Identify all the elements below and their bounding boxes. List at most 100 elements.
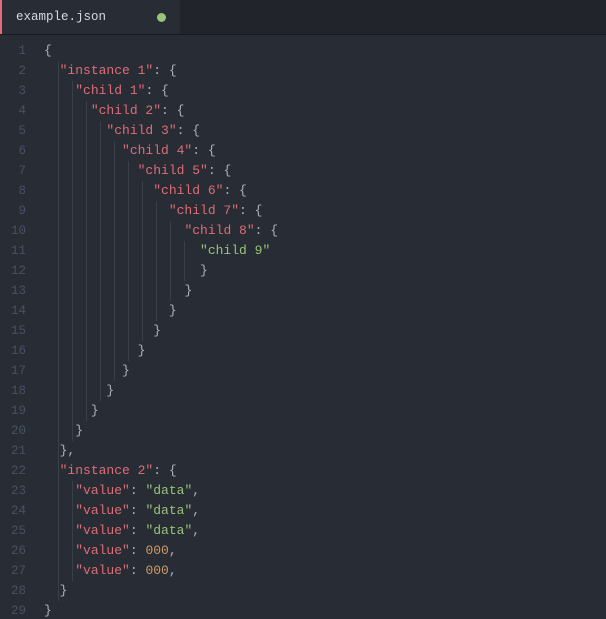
token-key: "value" xyxy=(75,523,130,538)
code-line[interactable]: "value": "data", xyxy=(36,481,606,501)
token-string: "child 9" xyxy=(200,243,270,258)
code-line-content: "child 9" xyxy=(44,243,270,258)
code-line-content: "instance 2": { xyxy=(44,463,177,478)
gutter: 1234567891011121314151617181920212223242… xyxy=(0,35,36,619)
code-line[interactable]: } xyxy=(36,321,606,341)
token-colon: : xyxy=(145,83,161,98)
token-brace: } xyxy=(153,323,161,338)
code-line-content: "child 7": { xyxy=(44,203,262,218)
editor[interactable]: 1234567891011121314151617181920212223242… xyxy=(0,35,606,619)
code-line-content: }, xyxy=(44,443,75,458)
token-brace: { xyxy=(239,183,247,198)
tab-example-json[interactable]: example.json xyxy=(0,0,180,34)
token-string: "data" xyxy=(145,523,192,538)
token-number: 000 xyxy=(145,563,168,578)
token-brace: } xyxy=(44,603,52,618)
tab-filename: example.json xyxy=(16,10,106,24)
line-number: 6 xyxy=(0,141,36,161)
code-line-content: { xyxy=(44,43,52,58)
code-line-content: "value": "data", xyxy=(44,483,200,498)
code-line-content: "child 3": { xyxy=(44,123,200,138)
token-colon: : xyxy=(153,63,169,78)
line-number: 12 xyxy=(0,261,36,281)
token-brace: { xyxy=(161,83,169,98)
code-line[interactable]: "value": "data", xyxy=(36,521,606,541)
code-line[interactable]: "child 7": { xyxy=(36,201,606,221)
token-brace: { xyxy=(169,463,177,478)
code-line[interactable]: "value": 000, xyxy=(36,561,606,581)
token-string: "data" xyxy=(145,483,192,498)
code-line-content: "value": "data", xyxy=(44,503,200,518)
token-colon: : xyxy=(255,223,271,238)
code-line[interactable]: "child 8": { xyxy=(36,221,606,241)
code-line[interactable]: } xyxy=(36,581,606,601)
token-key: "child 6" xyxy=(153,183,223,198)
code-line[interactable]: } xyxy=(36,261,606,281)
token-brace: { xyxy=(44,43,52,58)
code-line[interactable]: } xyxy=(36,421,606,441)
line-number: 16 xyxy=(0,341,36,361)
code-line-content: "child 4": { xyxy=(44,143,216,158)
token-brace: { xyxy=(270,223,278,238)
line-number: 5 xyxy=(0,121,36,141)
code-line[interactable]: } xyxy=(36,601,606,619)
code-line-content: "instance 1": { xyxy=(44,63,177,78)
code-line[interactable]: "child 9" xyxy=(36,241,606,261)
token-key: "child 4" xyxy=(122,143,192,158)
token-key: "instance 1" xyxy=(60,63,154,78)
token-comma: , xyxy=(192,503,200,518)
line-number: 8 xyxy=(0,181,36,201)
line-number: 11 xyxy=(0,241,36,261)
code-line[interactable]: } xyxy=(36,301,606,321)
code-line[interactable]: } xyxy=(36,401,606,421)
code-line-content: } xyxy=(44,403,99,418)
token-colon: : xyxy=(223,183,239,198)
line-number: 15 xyxy=(0,321,36,341)
code-line[interactable]: }, xyxy=(36,441,606,461)
token-colon: : xyxy=(208,163,224,178)
code-line[interactable]: "child 2": { xyxy=(36,101,606,121)
line-number: 13 xyxy=(0,281,36,301)
code-line[interactable]: "instance 2": { xyxy=(36,461,606,481)
code-line[interactable]: } xyxy=(36,281,606,301)
code-line[interactable]: } xyxy=(36,381,606,401)
code-line[interactable]: { xyxy=(36,41,606,61)
token-key: "child 2" xyxy=(91,103,161,118)
line-number: 10 xyxy=(0,221,36,241)
token-brace: { xyxy=(192,123,200,138)
line-number: 27 xyxy=(0,561,36,581)
line-number: 26 xyxy=(0,541,36,561)
code-line[interactable]: "child 1": { xyxy=(36,81,606,101)
token-brace: { xyxy=(255,203,263,218)
code-line-content: } xyxy=(44,383,114,398)
token-brace: } xyxy=(106,383,114,398)
code-line-content: } xyxy=(44,343,145,358)
token-brace: { xyxy=(169,63,177,78)
code-line[interactable]: "instance 1": { xyxy=(36,61,606,81)
code-line[interactable]: } xyxy=(36,341,606,361)
code-line[interactable]: "value": "data", xyxy=(36,501,606,521)
token-colon: : xyxy=(130,543,146,558)
code-area[interactable]: { "instance 1": { "child 1": { "child 2"… xyxy=(36,35,606,619)
line-number: 21 xyxy=(0,441,36,461)
code-line[interactable]: "child 6": { xyxy=(36,181,606,201)
line-number: 20 xyxy=(0,421,36,441)
code-line[interactable]: } xyxy=(36,361,606,381)
token-brace: } xyxy=(138,343,146,358)
modified-dot-icon xyxy=(157,13,166,22)
token-key: "value" xyxy=(75,503,130,518)
code-line[interactable]: "value": 000, xyxy=(36,541,606,561)
line-number: 14 xyxy=(0,301,36,321)
token-colon: : xyxy=(130,483,146,498)
token-key: "child 3" xyxy=(106,123,176,138)
token-colon: : xyxy=(153,463,169,478)
line-number: 17 xyxy=(0,361,36,381)
code-line-content: } xyxy=(44,363,130,378)
code-line[interactable]: "child 3": { xyxy=(36,121,606,141)
token-key: "child 8" xyxy=(184,223,254,238)
code-line[interactable]: "child 4": { xyxy=(36,141,606,161)
code-line[interactable]: "child 5": { xyxy=(36,161,606,181)
token-key: "value" xyxy=(75,483,130,498)
code-line-content: } xyxy=(44,583,67,598)
code-line-content: "value": 000, xyxy=(44,543,177,558)
